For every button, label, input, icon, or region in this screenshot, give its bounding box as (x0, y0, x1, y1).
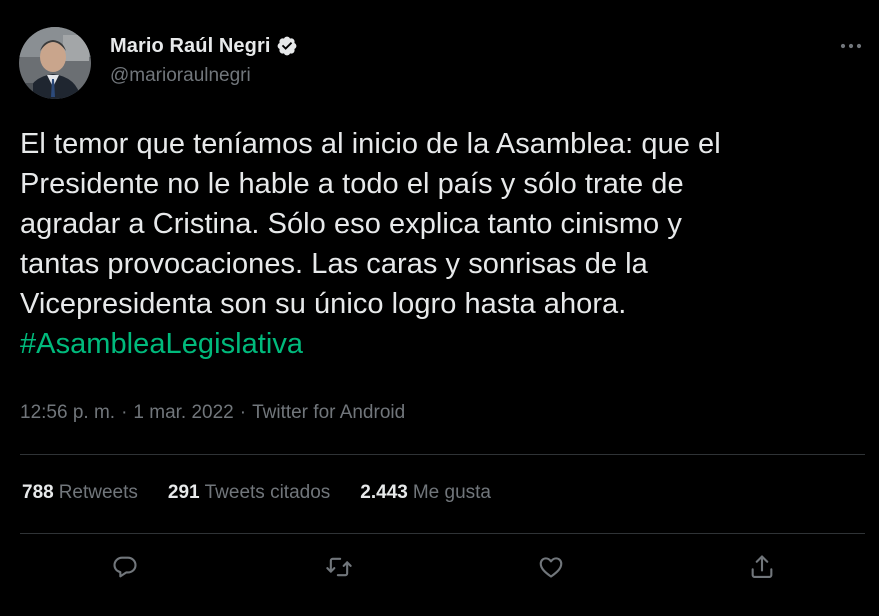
quotes-count: 291 (167, 482, 200, 503)
share-button[interactable] (742, 549, 782, 589)
reply-button[interactable] (105, 549, 145, 589)
retweets-count: 788 (22, 482, 54, 503)
retweets-stat[interactable]: 788 Retweets (22, 482, 138, 504)
retweets-label: Retweets (58, 482, 138, 503)
divider (20, 533, 865, 534)
tweet-source[interactable]: Twitter for Android (252, 402, 405, 423)
likes-label: Me gusta (412, 482, 491, 503)
tweet-text-line: Presidente no le hable a todo el país y … (20, 168, 684, 200)
meta-separator: · (121, 402, 128, 423)
tweet-time[interactable]: 12:56 p. m. (20, 402, 115, 423)
tweet-text-line: Vicepresidenta son su único logro hasta … (20, 288, 627, 320)
avatar[interactable] (19, 27, 91, 99)
more-options-button[interactable] (837, 33, 865, 59)
likes-count: 2.443 (360, 482, 408, 503)
retweet-button[interactable] (319, 549, 359, 589)
tweet-actions (108, 549, 788, 589)
divider (20, 454, 865, 455)
meta-separator: · (239, 402, 247, 423)
retweet-icon (324, 553, 354, 586)
quotes-stat[interactable]: 291 Tweets citados (168, 482, 330, 504)
reply-icon (111, 553, 139, 586)
author-handle[interactable]: @marioraulnegri (110, 65, 251, 87)
tweet-stats: 788 Retweets 291 Tweets citados 2.443 Me gu… (22, 482, 521, 504)
verified-badge-icon (276, 35, 298, 57)
share-icon (748, 553, 776, 586)
likes-stat[interactable]: 2.443 Me gusta (360, 482, 491, 504)
tweet-text-line: El temor que teníamos al inicio de la As… (20, 128, 721, 160)
tweet-date[interactable]: 1 mar. 2022 (133, 402, 233, 423)
more-horizontal-icon (839, 37, 863, 55)
hashtag-link[interactable]: #AsambleaLegislativa (20, 328, 303, 360)
tweet-text: El temor que teníamos al inicio de la As… (20, 124, 865, 364)
heart-icon (537, 553, 565, 586)
author-name-row[interactable]: Mario Raúl Negri (110, 33, 298, 59)
like-button[interactable] (531, 549, 571, 589)
quotes-label: Tweets citados (204, 482, 331, 503)
tweet-meta: 12:56 p. m. · 1 mar. 2022 · Twitter for Andr… (20, 402, 405, 424)
author-display-name[interactable]: Mario Raúl Negri (110, 35, 271, 58)
tweet-text-line: tantas provocaciones. Las caras y sonris… (20, 248, 648, 280)
tweet-text-line: agradar a Cristina. Sólo eso explica tan… (20, 208, 682, 240)
